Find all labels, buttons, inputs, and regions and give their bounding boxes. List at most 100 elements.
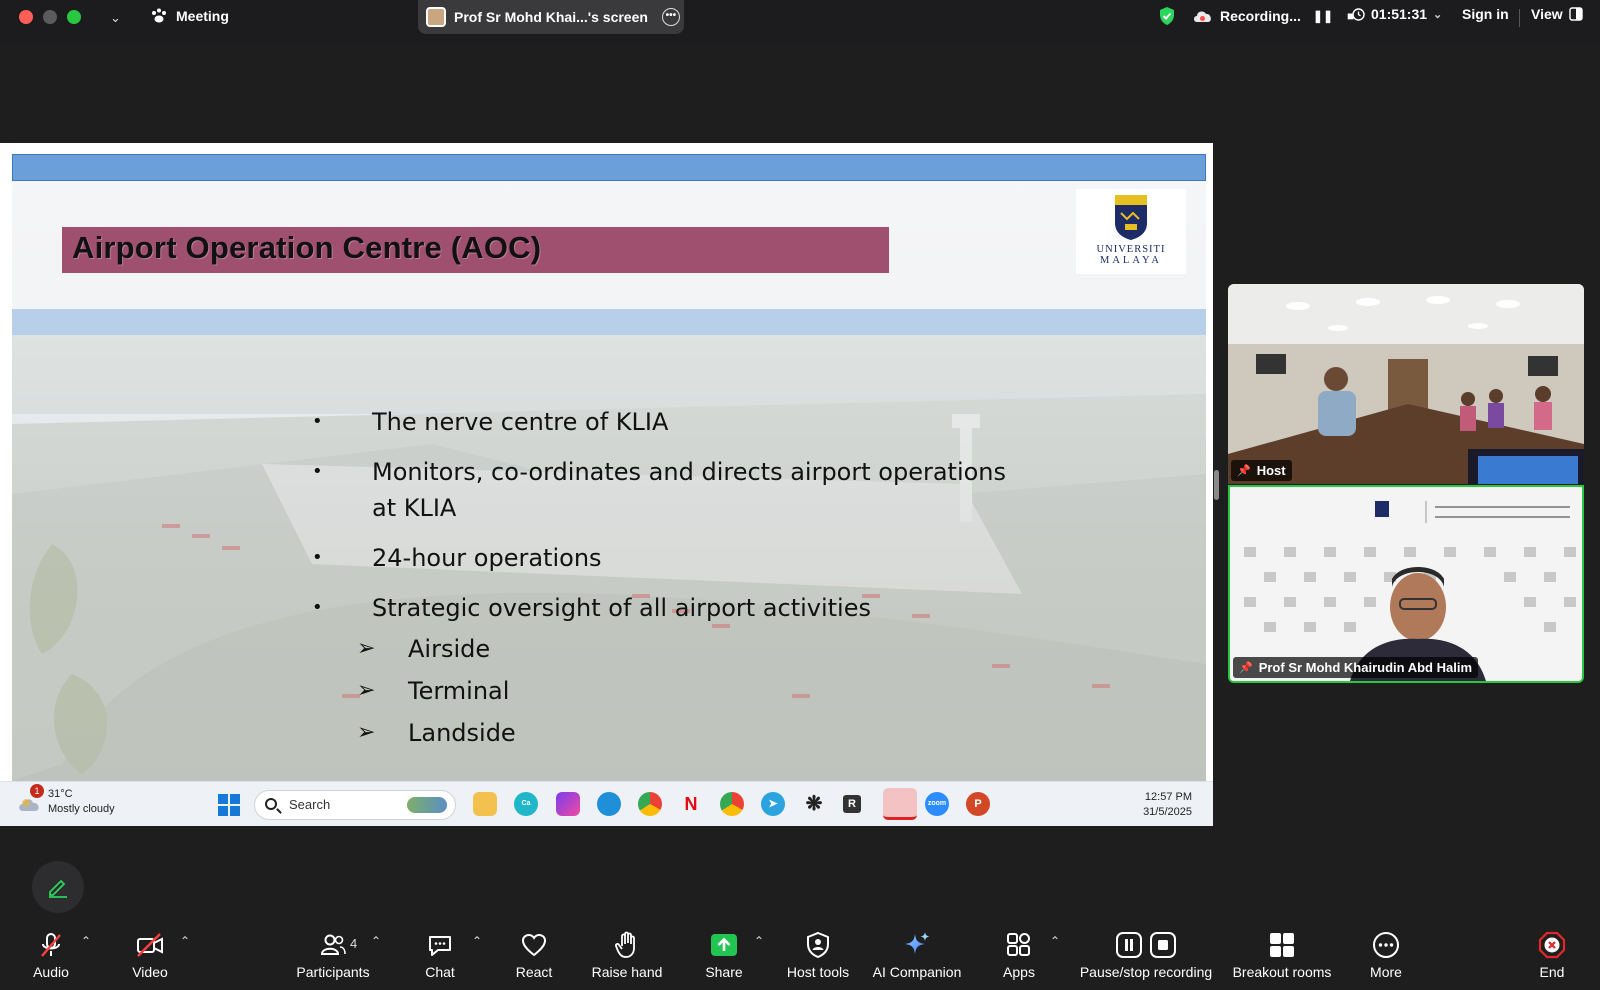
participants-options-chevron-icon[interactable]: ⌃ bbox=[371, 934, 381, 948]
bullet-dot: • bbox=[312, 597, 323, 618]
chat-icon bbox=[429, 936, 451, 956]
chat-options-chevron-icon[interactable]: ⌃ bbox=[472, 934, 482, 948]
clock-icon bbox=[1352, 7, 1365, 21]
meeting-timer[interactable]: 01:51:31 ⌄ bbox=[1352, 6, 1442, 22]
bullet-item: • The nerve centre of KLIA bbox=[312, 404, 1012, 440]
meeting-menu[interactable]: Meeting bbox=[150, 7, 229, 25]
speaker-name-text: Prof Sr Mohd Khairudin Abd Halim bbox=[1258, 660, 1472, 675]
cloudy-weather-icon: 1 bbox=[18, 784, 44, 814]
bullet-dot: • bbox=[312, 461, 323, 482]
recording-status: Recording... ❚❚ ■ bbox=[1158, 6, 1354, 26]
bullet-dot: • bbox=[312, 547, 323, 568]
sign-in-button[interactable]: Sign in bbox=[1462, 6, 1509, 22]
slide-mid-band bbox=[12, 309, 1206, 335]
slide-bullet-list: • The nerve centre of KLIA • Monitors, co-… bbox=[312, 404, 1012, 754]
weather-notification-badge: 1 bbox=[30, 784, 44, 798]
meeting-label: Meeting bbox=[176, 8, 229, 24]
weather-widget[interactable]: 1 31°C Mostly cloudy bbox=[18, 784, 115, 815]
more-options-icon[interactable]: ••• bbox=[661, 8, 680, 26]
share-options-chevron-icon[interactable]: ⌃ bbox=[754, 934, 764, 948]
slide-top-band bbox=[12, 154, 1206, 181]
pause-recording-icon[interactable]: ❚❚ bbox=[1313, 9, 1333, 23]
participants-button[interactable]: Participants bbox=[293, 930, 373, 980]
zoom-app-icon[interactable]: zoom bbox=[925, 792, 949, 816]
chat-label: Chat bbox=[425, 964, 455, 980]
pin-icon: 📌 bbox=[1237, 465, 1251, 477]
crest-icon bbox=[1115, 195, 1147, 240]
view-label: View bbox=[1531, 6, 1563, 22]
annotate-button[interactable] bbox=[32, 861, 84, 913]
audio-button[interactable]: Audio bbox=[29, 930, 73, 980]
share-label: Share bbox=[705, 964, 743, 980]
r-app-icon[interactable]: R bbox=[843, 795, 861, 813]
sub-bullet-text: Terminal bbox=[408, 677, 510, 705]
video-options-chevron-icon[interactable]: ⌃ bbox=[180, 934, 190, 948]
sub-bullet-item: ➢ Landside bbox=[312, 712, 1012, 754]
chrome-profile-icon[interactable] bbox=[720, 792, 744, 816]
host-tools-label: Host tools bbox=[786, 964, 850, 980]
more-button[interactable]: More bbox=[1364, 930, 1408, 980]
powerpoint-icon[interactable]: P bbox=[966, 792, 990, 816]
fullscreen-window-button[interactable] bbox=[67, 10, 81, 24]
view-button[interactable]: View bbox=[1531, 6, 1583, 22]
edge-browser-icon[interactable] bbox=[597, 792, 621, 816]
sub-bullet-text: Landside bbox=[408, 719, 516, 747]
audio-options-chevron-icon[interactable]: ⌃ bbox=[81, 934, 91, 948]
breakout-rooms-button[interactable]: Breakout rooms bbox=[1229, 930, 1335, 980]
minimize-window-button[interactable] bbox=[43, 10, 57, 24]
video-tile-speaker[interactable]: 📌 Prof Sr Mohd Khairudin Abd Halim bbox=[1228, 485, 1584, 683]
apps-icon bbox=[1007, 933, 1030, 956]
timer-chevron-icon: ⌄ bbox=[1433, 8, 1443, 21]
top-bar: ⌄ Meeting Prof Sr Mohd Khai...'s screen … bbox=[0, 0, 1600, 44]
bullet-dot: • bbox=[312, 411, 323, 432]
chat-button[interactable]: Chat bbox=[416, 930, 464, 980]
app-gradient-icon[interactable] bbox=[556, 792, 580, 816]
bullet-text: Strategic oversight of all airport activ… bbox=[372, 594, 871, 622]
cloud-recording-icon bbox=[1194, 11, 1211, 22]
panel-resize-handle[interactable] bbox=[1214, 470, 1219, 500]
end-meeting-button[interactable]: End bbox=[1532, 930, 1572, 980]
share-button[interactable]: Share bbox=[702, 930, 746, 980]
host-tools-button[interactable]: Host tools bbox=[784, 930, 852, 980]
video-off-icon bbox=[137, 933, 163, 957]
netflix-icon[interactable]: N bbox=[679, 792, 703, 816]
breakout-rooms-label: Breakout rooms bbox=[1232, 964, 1332, 980]
logo-text-line2: MALAYA bbox=[1100, 255, 1162, 266]
apps-button[interactable]: Apps bbox=[997, 930, 1041, 980]
pin-icon: 📌 bbox=[1239, 662, 1253, 674]
telegram-icon[interactable]: ➤ bbox=[761, 792, 785, 816]
logo-text-line1: UNIVERSITI bbox=[1096, 244, 1166, 255]
chevron-down-icon[interactable]: ⌄ bbox=[110, 10, 121, 26]
screen-share-title-pill[interactable]: Prof Sr Mohd Khai...'s screen ••• bbox=[418, 0, 684, 34]
taskbar-clock[interactable]: 12:57 PM 31/5/2025 bbox=[1143, 790, 1192, 820]
shared-screen[interactable]: Airport Operation Centre (AOC) UNIVERSIT… bbox=[0, 143, 1213, 826]
more-dots-icon bbox=[1373, 932, 1399, 958]
raise-hand-button[interactable]: Raise hand bbox=[590, 930, 664, 980]
bullet-item: • Strategic oversight of all airport acti… bbox=[312, 590, 1012, 626]
slide-title: Airport Operation Centre (AOC) bbox=[72, 230, 542, 265]
host-label-text: Host bbox=[1256, 463, 1286, 478]
taskbar-search-input[interactable]: Search bbox=[254, 790, 456, 820]
chatgpt-icon[interactable]: ❋ bbox=[802, 792, 826, 816]
end-close-icon bbox=[1538, 931, 1566, 959]
chrome-browser-icon[interactable] bbox=[638, 792, 662, 816]
audio-label: Audio bbox=[33, 964, 69, 980]
sub-bullet-item: ➢ Terminal bbox=[312, 670, 1012, 712]
react-button[interactable]: React bbox=[512, 930, 556, 980]
search-icon bbox=[265, 798, 277, 810]
close-window-button[interactable] bbox=[19, 10, 33, 24]
paw-icon bbox=[152, 8, 166, 23]
windows-start-icon[interactable] bbox=[218, 794, 240, 816]
video-button[interactable]: Video bbox=[128, 930, 172, 980]
sub-bullet-item: ➢ Airside bbox=[312, 628, 1012, 670]
chrome-active-icon[interactable] bbox=[883, 788, 917, 820]
ai-companion-button[interactable]: AI Companion bbox=[871, 930, 963, 980]
speaker-name-label: 📌 Prof Sr Mohd Khairudin Abd Halim bbox=[1233, 657, 1478, 678]
file-explorer-icon[interactable] bbox=[473, 792, 497, 816]
taskbar-time: 12:57 PM bbox=[1144, 791, 1192, 803]
apps-options-chevron-icon[interactable]: ⌃ bbox=[1050, 934, 1060, 948]
video-tile-host[interactable]: 📌 Host bbox=[1228, 284, 1584, 484]
pause-stop-recording-button[interactable]: Pause/stop recording bbox=[1077, 930, 1215, 980]
windows-taskbar: 1 31°C Mostly cloudy Search Ca N ➤ ❋ R z… bbox=[0, 781, 1213, 826]
canva-icon[interactable]: Ca bbox=[514, 792, 538, 816]
